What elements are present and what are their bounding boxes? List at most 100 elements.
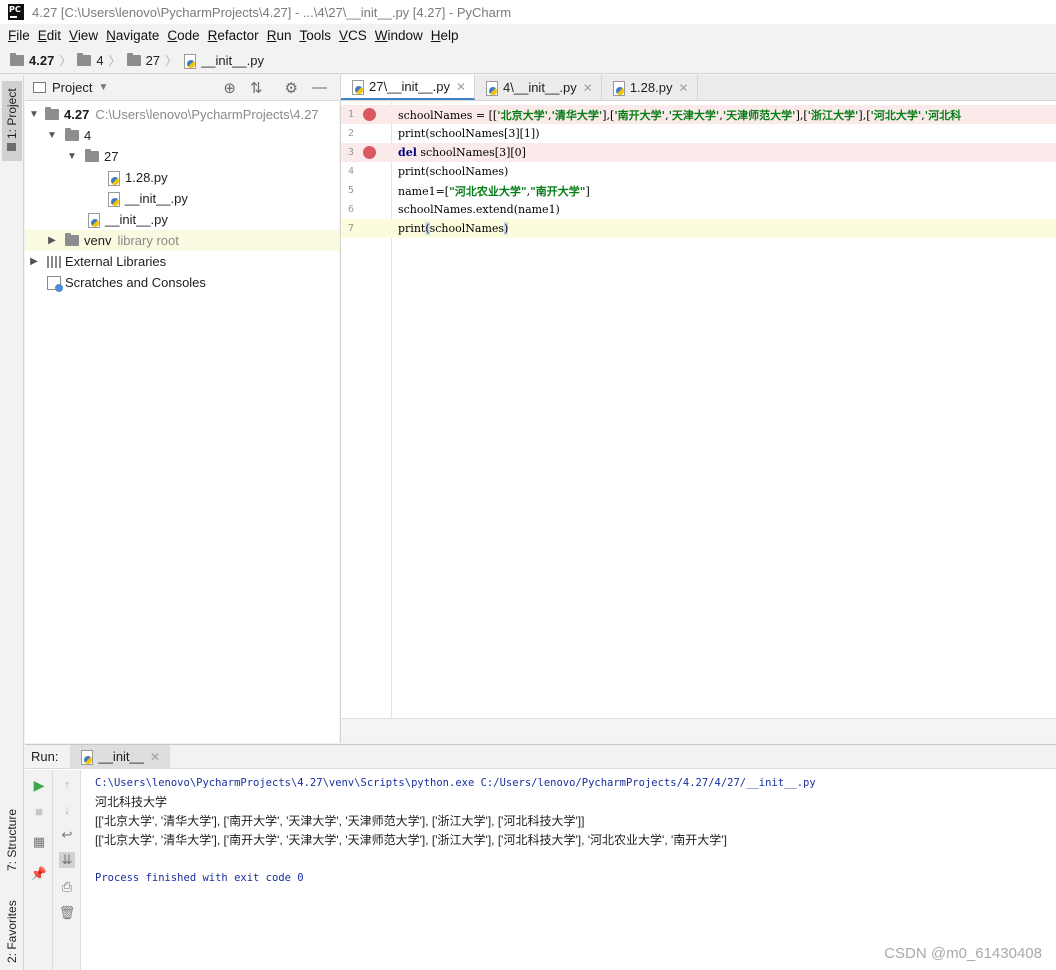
- console-line: [['北京大学', '清华大学'], ['南开大学', '天津大学', '天津师…: [95, 814, 585, 828]
- tree-item-label: 1.28.py: [125, 170, 168, 185]
- code-token: schoolNames = [[: [398, 108, 498, 122]
- code-token: ],[: [795, 108, 808, 122]
- close-icon[interactable]: ✕: [583, 81, 593, 95]
- print-icon[interactable]: ⎙: [59, 879, 75, 895]
- pycharm-logo-icon: PC: [8, 4, 24, 20]
- menu-help[interactable]: Help: [427, 28, 463, 43]
- code-text: schoolNames = [['北京大学','清华大学'],['南开大学','…: [398, 107, 961, 123]
- tree-item-label: 4: [84, 128, 92, 143]
- structure-tool-tab[interactable]: 7: Structure: [2, 799, 22, 881]
- chevron-down-icon[interactable]: ▼: [98, 82, 108, 93]
- line-number: 6: [347, 204, 355, 215]
- soft-wrap-icon[interactable]: ↩: [59, 827, 75, 843]
- tree-item-folder-27[interactable]: ▼ 27: [25, 146, 339, 167]
- menu-navigate[interactable]: Navigate: [102, 28, 163, 43]
- tree-item-file-init-4[interactable]: __init__.py: [25, 209, 339, 230]
- tree-item-external-libraries[interactable]: ▶ External Libraries: [25, 251, 339, 272]
- menu-code[interactable]: Code: [163, 28, 203, 43]
- collapse-all-icon[interactable]: ⇅: [250, 79, 263, 97]
- breadcrumb-item-root[interactable]: 4.27: [10, 53, 54, 68]
- menu-tools[interactable]: Tools: [295, 28, 335, 43]
- tree-item-scratches[interactable]: Scratches and Consoles: [25, 272, 339, 293]
- arrow-down-icon[interactable]: ↓: [59, 801, 75, 817]
- close-icon[interactable]: ✕: [678, 81, 688, 95]
- tree-item-root[interactable]: ▼ 4.27 C:\Users\lenovo\PycharmProjects\4…: [25, 104, 339, 125]
- project-tree: ▼ 4.27 C:\Users\lenovo\PycharmProjects\4…: [25, 101, 339, 293]
- stop-icon[interactable]: ■: [31, 803, 47, 819]
- expand-arrow-icon[interactable]: ▼: [45, 130, 59, 141]
- tree-item-label: __init__.py: [125, 191, 188, 206]
- pin-icon[interactable]: 📌: [31, 866, 47, 882]
- expand-arrow-icon[interactable]: ▼: [65, 151, 79, 162]
- tab-4-init[interactable]: 4\__init__.py ✕: [475, 75, 602, 100]
- string-token: '天津大学': [668, 108, 720, 122]
- scratches-icon: [47, 275, 63, 292]
- menu-edit[interactable]: Edit: [34, 28, 65, 43]
- tree-item-path: C:\Users\lenovo\PycharmProjects\4.27: [95, 107, 319, 122]
- menu-file[interactable]: File: [4, 28, 34, 43]
- hide-icon[interactable]: —: [312, 79, 327, 97]
- breadcrumb-item-27[interactable]: 27: [126, 53, 161, 68]
- breakpoint-icon[interactable]: [363, 146, 376, 159]
- favorites-tool-tab[interactable]: 2: Favorites: [2, 895, 22, 969]
- project-panel: Project ▼ ⊕ ⇅ ⚙ — ▼ 4.27 C:\Users\lenovo…: [25, 75, 339, 743]
- trash-icon[interactable]: 🗑: [59, 905, 76, 921]
- close-icon[interactable]: ✕: [456, 80, 466, 94]
- layout-icon[interactable]: ▦: [31, 834, 47, 850]
- code-line-3[interactable]: 3 del schoolNames[3][0]: [341, 143, 1056, 162]
- string-token: '河北大学': [870, 108, 922, 122]
- tab-1-28[interactable]: 1.28.py ✕: [602, 75, 698, 100]
- project-panel-title[interactable]: Project: [52, 80, 92, 95]
- tree-item-label: 4.27: [64, 107, 90, 122]
- rerun-icon[interactable]: ▶: [31, 777, 47, 793]
- locate-icon[interactable]: ⊕: [223, 79, 236, 97]
- menu-window[interactable]: Window: [371, 28, 427, 43]
- breakpoint-icon[interactable]: [363, 108, 376, 121]
- code-line-4[interactable]: 4 print(schoolNames): [341, 162, 1056, 181]
- tree-item-hint: library root: [117, 233, 179, 248]
- scroll-to-end-icon[interactable]: ⇊: [59, 852, 75, 868]
- tree-item-file-1-28[interactable]: 1.28.py: [25, 167, 339, 188]
- run-tab[interactable]: __init__ ✕: [70, 744, 171, 769]
- expand-arrow-icon[interactable]: ▶: [27, 256, 41, 267]
- line-number: 5: [347, 185, 355, 196]
- close-icon[interactable]: ✕: [150, 750, 160, 764]
- code-line-6[interactable]: 6 schoolNames.extend(name1): [341, 200, 1056, 219]
- arrow-up-icon[interactable]: ↑: [59, 776, 75, 792]
- code-text: print(schoolNames): [398, 165, 509, 178]
- folder-icon: [85, 149, 99, 162]
- structure-tool-tab-label: 7: Structure: [5, 808, 19, 872]
- python-file-icon: [351, 79, 364, 95]
- menu-refactor[interactable]: Refactor: [204, 28, 263, 43]
- code-token: ]: [585, 184, 590, 198]
- menu-vcs[interactable]: VCS: [335, 28, 371, 43]
- code-line-2[interactable]: 2 print(schoolNames[3][1]): [341, 124, 1056, 143]
- editor-area: 27\__init__.py ✕ 4\__init__.py ✕ 1.28.py…: [340, 75, 1056, 743]
- gear-icon[interactable]: ⚙: [285, 79, 298, 97]
- code-token: ],[: [602, 108, 615, 122]
- watermark: CSDN @m0_61430408: [884, 945, 1042, 962]
- tree-item-file-init-27[interactable]: __init__.py: [25, 188, 339, 209]
- breadcrumb-item-file[interactable]: __init__.py: [183, 53, 264, 69]
- expand-arrow-icon[interactable]: ▼: [27, 109, 41, 120]
- code-line-7[interactable]: 7 print(schoolNames): [341, 219, 1056, 238]
- tree-item-folder-4[interactable]: ▼ 4: [25, 125, 339, 146]
- chevron-right-icon: 〉: [59, 54, 72, 68]
- code-text: print(schoolNames[3][1]): [398, 127, 540, 140]
- expand-arrow-icon[interactable]: ▶: [45, 235, 59, 246]
- tree-item-venv[interactable]: ▶ venv library root: [25, 230, 339, 251]
- folder-icon: [77, 53, 92, 66]
- menu-view[interactable]: View: [65, 28, 102, 43]
- window-title: 4.27 [C:\Users\lenovo\PycharmProjects\4.…: [32, 4, 512, 20]
- tab-27-init[interactable]: 27\__init__.py ✕: [341, 75, 476, 100]
- code-line-1[interactable]: 1 schoolNames = [['北京大学','清华大学'],['南开大学'…: [341, 105, 1056, 124]
- code-line-5[interactable]: 5 name1=["河北农业大学","南开大学"]: [341, 181, 1056, 200]
- project-panel-header: Project ▼ ⊕ ⇅ ⚙ —: [25, 75, 339, 101]
- breadcrumb-item-4[interactable]: 4: [77, 53, 104, 68]
- console-output[interactable]: C:\Users\lenovo\PycharmProjects\4.27\ven…: [95, 773, 1055, 887]
- string-token: '清华大学': [551, 108, 603, 122]
- code-editor[interactable]: 1 schoolNames = [['北京大学','清华大学'],['南开大学'…: [341, 102, 1056, 718]
- breadcrumb-label: 27: [145, 53, 161, 68]
- menu-run[interactable]: Run: [263, 28, 296, 43]
- project-tool-tab[interactable]: 1: Project: [2, 81, 22, 161]
